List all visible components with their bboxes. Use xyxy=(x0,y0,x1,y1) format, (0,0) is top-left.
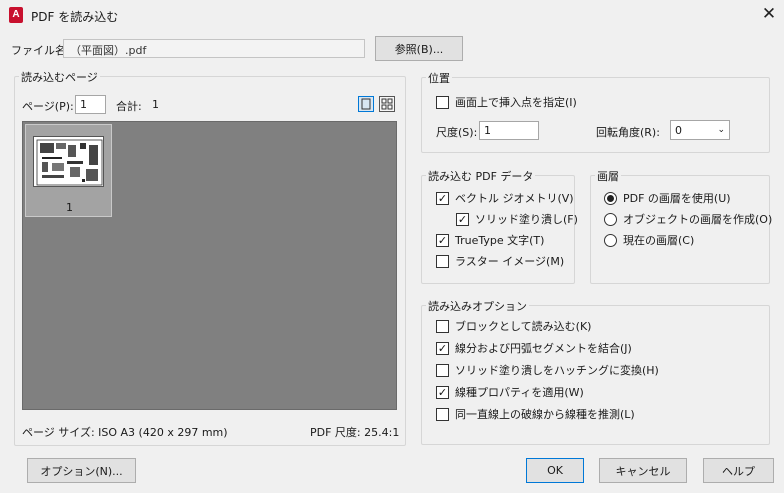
scale-label: 尺度(S): xyxy=(436,126,478,139)
import-as-block-option[interactable]: ブロックとして読み込む(K) xyxy=(436,318,591,334)
file-name-label: ファイル名: xyxy=(11,44,70,57)
use-pdf-layers-option[interactable]: PDF の画層を使用(U) xyxy=(604,190,731,206)
pages-group-title: 読み込むページ xyxy=(19,69,100,85)
help-button[interactable]: ヘルプ xyxy=(703,458,774,483)
rotation-select[interactable]: 0 ⌄ xyxy=(670,120,730,140)
solid-fill-label: ソリッド塗り潰し(F) xyxy=(475,213,578,226)
convert-to-hatch-checkbox[interactable] xyxy=(436,363,449,377)
page-size-text: ページ サイズ: ISO A3 (420 x 297 mm) xyxy=(22,426,228,439)
infer-linetype-option[interactable]: 同一直線上の破線から線種を推測(L) xyxy=(436,406,635,422)
specify-on-screen-checkbox[interactable] xyxy=(436,95,449,109)
import-as-block-label: ブロックとして読み込む(K) xyxy=(455,320,592,333)
apply-linetype-label: 線種プロパティを適用(W) xyxy=(455,386,584,399)
join-segments-checkbox[interactable]: ✓ xyxy=(436,341,449,355)
truetype-text-label: TrueType 文字(T) xyxy=(455,234,545,247)
specify-on-screen-label: 画面上で挿入点を指定(I) xyxy=(455,96,577,109)
total-label: 合計: xyxy=(116,100,142,113)
grid-view-icon[interactable] xyxy=(379,96,395,112)
cancel-button[interactable]: キャンセル xyxy=(599,458,687,483)
use-pdf-layers-label: PDF の画層を使用(U) xyxy=(623,192,731,205)
truetype-text-checkbox[interactable]: ✓ xyxy=(436,233,449,247)
create-object-layers-radio[interactable] xyxy=(604,212,617,226)
layers-group-title: 画層 xyxy=(595,168,621,184)
scale-input[interactable]: 1 xyxy=(479,121,539,140)
close-icon[interactable]: ✕ xyxy=(760,5,778,23)
join-segments-option[interactable]: ✓ 線分および円弧セグメントを結合(J) xyxy=(436,340,632,356)
create-object-layers-option[interactable]: オブジェクトの画層を作成(O) xyxy=(604,211,772,227)
page-thumbnail-number: 1 xyxy=(66,201,73,214)
infer-linetype-label: 同一直線上の破線から線種を推測(L) xyxy=(455,408,635,421)
single-page-view-icon[interactable] xyxy=(358,96,374,112)
truetype-text-option[interactable]: ✓ TrueType 文字(T) xyxy=(436,232,544,248)
rotation-value: 0 xyxy=(675,123,682,137)
options-button[interactable]: オプション(N)... xyxy=(27,458,136,483)
page-label: ページ(P): xyxy=(22,100,74,113)
page-thumbnail[interactable]: 1 xyxy=(25,124,112,217)
position-group-title: 位置 xyxy=(426,70,452,86)
vector-geometry-option[interactable]: ✓ ベクトル ジオメトリ(V) xyxy=(436,190,574,206)
autocad-app-icon: A xyxy=(9,7,23,23)
ok-button[interactable]: OK xyxy=(526,458,584,483)
browse-button[interactable]: 参照(B)... xyxy=(375,36,463,61)
apply-linetype-checkbox[interactable]: ✓ xyxy=(436,385,449,399)
use-pdf-layers-radio[interactable] xyxy=(604,191,617,205)
chevron-down-icon: ⌄ xyxy=(717,125,725,135)
convert-to-hatch-label: ソリッド塗り潰しをハッチングに変換(H) xyxy=(455,364,659,377)
current-layer-option[interactable]: 現在の画層(C) xyxy=(604,232,694,248)
specify-on-screen-option[interactable]: 画面上で挿入点を指定(I) xyxy=(436,94,577,110)
file-name-field[interactable]: （平面図）.pdf xyxy=(63,39,365,58)
solid-fill-checkbox[interactable]: ✓ xyxy=(456,212,469,226)
import-as-block-checkbox[interactable] xyxy=(436,319,449,333)
window-title: PDF を読み込む xyxy=(31,10,119,24)
total-value: 1 xyxy=(152,98,159,111)
vector-geometry-checkbox[interactable]: ✓ xyxy=(436,191,449,205)
raster-image-option[interactable]: ラスター イメージ(M) xyxy=(436,253,564,269)
import-options-group-title: 読み込みオプション xyxy=(426,298,529,314)
current-layer-label: 現在の画層(C) xyxy=(623,234,695,247)
create-object-layers-label: オブジェクトの画層を作成(O) xyxy=(623,213,773,226)
raster-image-checkbox[interactable] xyxy=(436,254,449,268)
vector-geometry-label: ベクトル ジオメトリ(V) xyxy=(455,192,574,205)
rotation-label: 回転角度(R): xyxy=(596,126,660,139)
pdf-scale-text: PDF 尺度: 25.4:1 xyxy=(310,426,400,439)
current-layer-radio[interactable] xyxy=(604,233,617,247)
page-input[interactable]: 1 xyxy=(75,95,106,114)
solid-fill-option[interactable]: ✓ ソリッド塗り潰し(F) xyxy=(456,211,578,227)
pdf-data-group-title: 読み込む PDF データ xyxy=(426,168,536,184)
convert-to-hatch-option[interactable]: ソリッド塗り潰しをハッチングに変換(H) xyxy=(436,362,659,378)
join-segments-label: 線分および円弧セグメントを結合(J) xyxy=(455,342,632,355)
page-thumbnail-image xyxy=(33,136,104,187)
infer-linetype-checkbox[interactable] xyxy=(436,407,449,421)
raster-image-label: ラスター イメージ(M) xyxy=(455,255,565,268)
position-group xyxy=(421,77,770,153)
apply-linetype-option[interactable]: ✓ 線種プロパティを適用(W) xyxy=(436,384,584,400)
